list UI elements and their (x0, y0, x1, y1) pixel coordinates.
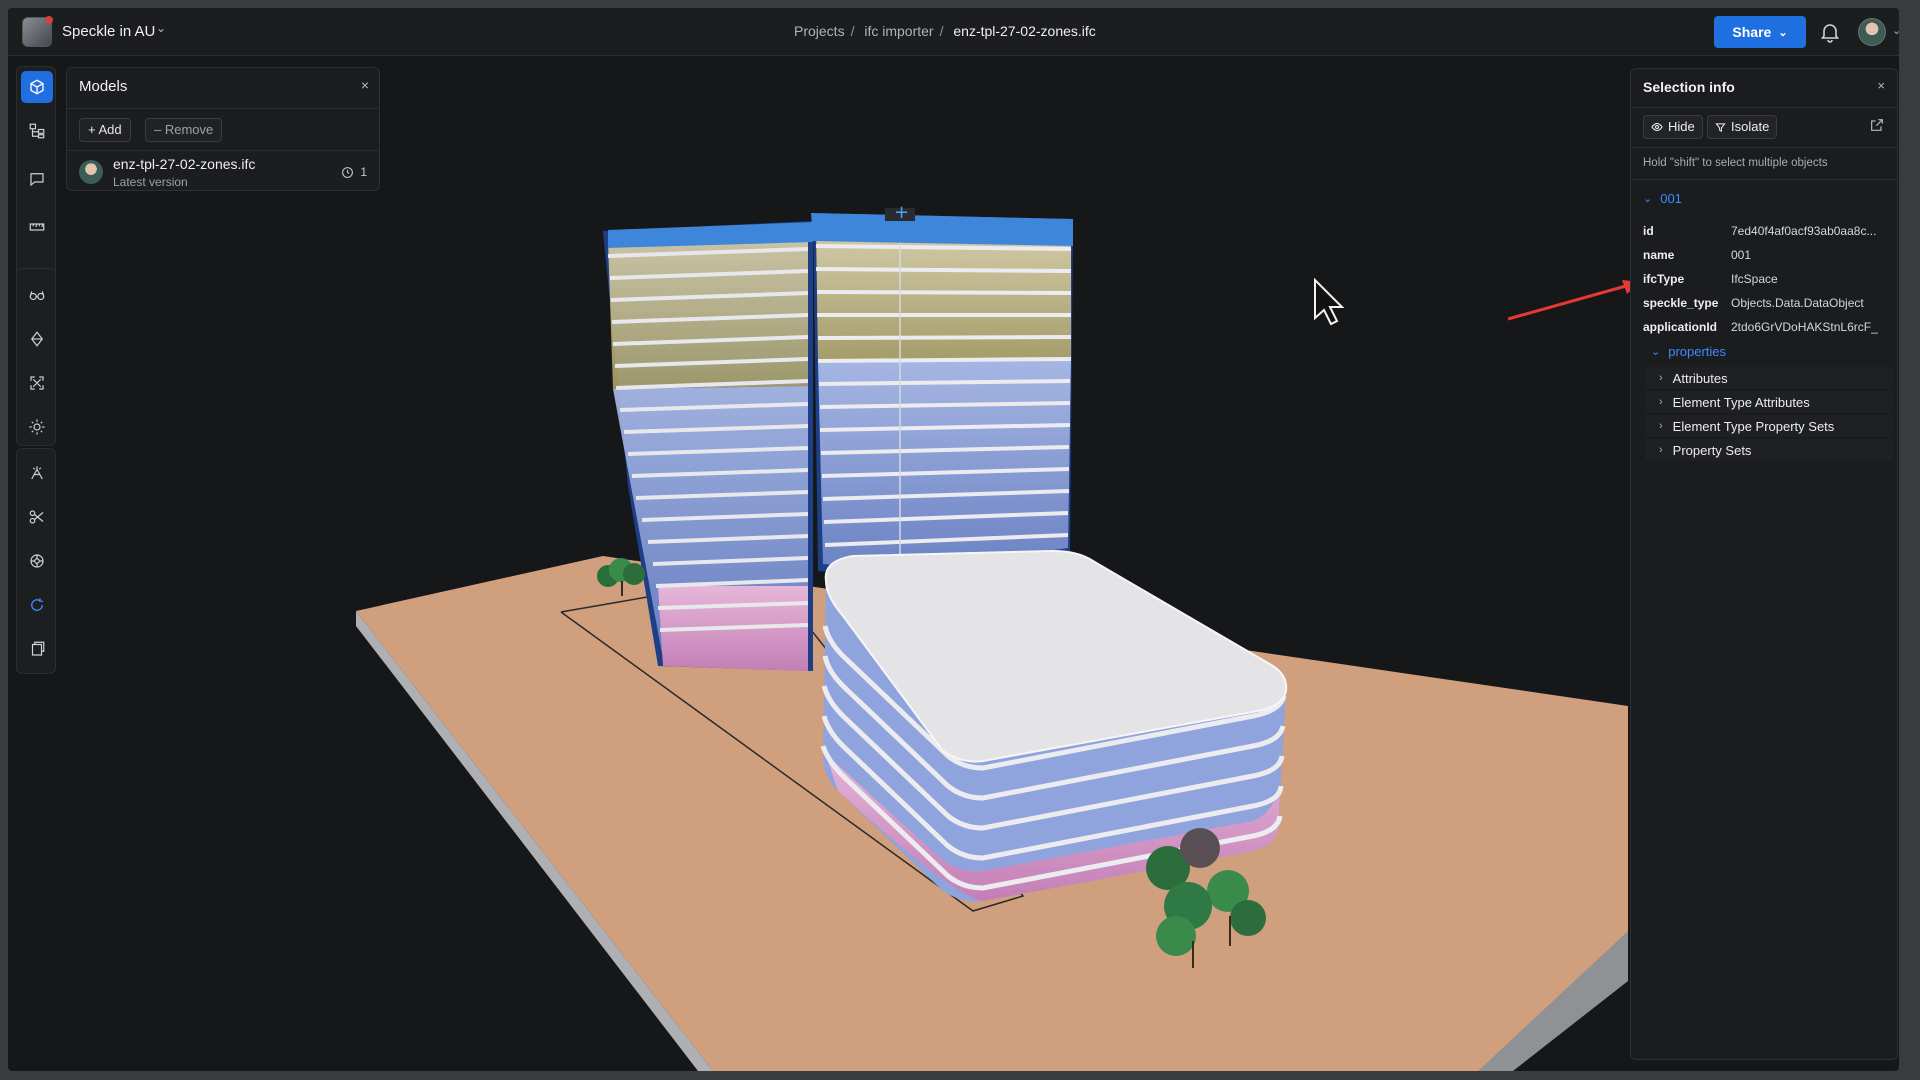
filter-icon (1715, 122, 1726, 132)
eye-icon (1651, 122, 1663, 132)
property-group-element-type-attributes[interactable]: › Element Type Attributes (1645, 391, 1893, 413)
3d-viewport[interactable]: + (8, 56, 1899, 1071)
chevron-down-icon: ⌄ (1651, 346, 1661, 358)
properties-label: properties (1668, 344, 1727, 359)
chevron-down-icon[interactable]: ⌄ (156, 21, 166, 35)
breadcrumb-projects[interactable]: Projects (794, 23, 845, 39)
chevron-right-icon: › (1659, 396, 1663, 408)
selection-hint: Hold "shift" to select multiple objects (1643, 157, 1828, 169)
divider (67, 150, 379, 151)
svg-text:+: + (894, 202, 909, 223)
tower-front: + (811, 202, 1073, 576)
clock-icon (342, 166, 354, 178)
field-value[interactable]: 2tdo6GrVDoHAKStnL6rcF_ (1731, 320, 1878, 334)
view-modes-icon[interactable] (21, 279, 53, 311)
model-version-label: Latest version (113, 175, 188, 189)
workspace-logo[interactable] (22, 16, 53, 47)
version-count: 1 (360, 165, 367, 179)
property-group-label: Element Type Attributes (1672, 394, 1810, 410)
bell-icon[interactable] (1818, 20, 1842, 44)
chevron-right-icon: › (1659, 372, 1663, 384)
version-history-button[interactable]: 1 (341, 165, 367, 179)
rail-group-main (16, 66, 56, 288)
close-icon[interactable]: × (361, 77, 369, 93)
field-value[interactable]: 001 (1731, 248, 1751, 262)
zoom-extents-icon[interactable] (21, 367, 53, 399)
sun-icon[interactable] (21, 411, 53, 443)
rail-group-view (16, 268, 56, 446)
share-button[interactable]: Share ⌄ (1714, 16, 1806, 48)
viewer-app: + Speckle in AU ⌄ Projects / ifc importe… (8, 8, 1899, 1071)
section-icon[interactable] (21, 501, 53, 533)
field-row: speckle_type Objects.Data.DataObject (1643, 296, 1864, 310)
chevron-right-icon: › (1659, 420, 1663, 432)
hide-button[interactable]: Hide (1643, 115, 1703, 139)
hide-label: Hide (1668, 119, 1695, 134)
field-row: name 001 (1643, 248, 1751, 262)
measure-icon[interactable] (21, 211, 53, 243)
divider (67, 108, 379, 109)
isolate-button[interactable]: Isolate (1707, 115, 1778, 139)
chevron-down-icon[interactable]: ⌄ (1892, 24, 1899, 37)
annotation-arrow (1507, 280, 1640, 321)
property-group-label: Element Type Property Sets (1672, 418, 1835, 434)
model-icon[interactable] (21, 71, 53, 103)
field-value[interactable]: IfcSpace (1731, 272, 1778, 286)
discussions-icon[interactable] (21, 163, 53, 195)
field-key: ifcType (1643, 272, 1685, 286)
chevron-down-icon: ⌄ (1778, 26, 1788, 39)
model-name[interactable]: enz-tpl-27-02-zones.ifc (113, 156, 255, 172)
open-external-icon[interactable] (1869, 117, 1885, 133)
object-section-toggle[interactable]: ⌄ 001 (1643, 191, 1682, 206)
field-row: applicationId 2tdo6GrVDoHAKStnL6rcF_ (1643, 320, 1878, 334)
field-value[interactable]: Objects.Data.DataObject (1731, 296, 1864, 310)
explode-icon[interactable] (21, 457, 53, 489)
chevron-down-icon: ⌄ (1643, 193, 1653, 205)
property-group-element-type-property-sets[interactable]: › Element Type Property Sets (1645, 415, 1893, 437)
breadcrumb-project[interactable]: ifc importer (864, 23, 933, 39)
avatar[interactable] (1858, 18, 1886, 46)
field-row: id 7ed40f4af0acf93ab0aa8c... (1643, 224, 1876, 238)
lighting-icon[interactable] (21, 323, 53, 355)
property-group-label: Attributes (1672, 370, 1728, 386)
object-section-label: 001 (1660, 191, 1682, 206)
properties-toggle[interactable]: ⌄ properties (1651, 344, 1726, 359)
add-model-button[interactable]: + Add (79, 118, 131, 142)
share-label: Share (1732, 24, 1772, 40)
field-key: id (1643, 224, 1654, 238)
models-panel-title: Models (79, 78, 128, 95)
divider (1631, 179, 1897, 180)
field-key: applicationId (1643, 320, 1718, 334)
avatar (79, 160, 103, 184)
field-key: speckle_type (1643, 296, 1719, 310)
divider (1631, 147, 1897, 148)
top-bar: Speckle in AU ⌄ Projects / ifc importer / … (8, 8, 1899, 56)
field-row: ifcType IfcSpace (1643, 272, 1778, 286)
property-group-label: Property Sets (1672, 442, 1752, 458)
models-panel: Models × + Add – Remove enz-tpl-27-02-zo… (66, 67, 380, 191)
screenshot-icon[interactable] (21, 633, 53, 665)
close-icon[interactable]: × (1877, 78, 1885, 93)
divider (1631, 107, 1897, 108)
rail-group-tools (16, 448, 56, 674)
selection-info-panel: Selection info × Hide Isolate Hold "shif… (1630, 68, 1898, 1060)
mouse-cursor-icon (1314, 277, 1345, 326)
field-value[interactable]: 7ed40f4af0acf93ab0aa8c... (1731, 224, 1876, 238)
chevron-right-icon: › (1659, 444, 1663, 456)
workspace-name[interactable]: Speckle in AU (62, 23, 155, 40)
property-group-attributes[interactable]: › Attributes (1645, 367, 1893, 389)
property-group-property-sets[interactable]: › Property Sets (1645, 439, 1893, 461)
remove-model-button[interactable]: – Remove (145, 118, 223, 142)
scene-explorer-icon[interactable] (21, 115, 53, 147)
sync-icon[interactable] (21, 589, 53, 621)
field-key: name (1643, 248, 1675, 262)
breadcrumb-model[interactable]: enz-tpl-27-02-zones.ifc (953, 23, 1095, 39)
selection-panel-title: Selection info (1643, 79, 1735, 95)
isolate-label: Isolate (1731, 119, 1770, 134)
filters-icon[interactable] (21, 545, 53, 577)
breadcrumb: Projects / ifc importer / enz-tpl-27-02-zo… (794, 23, 1096, 39)
